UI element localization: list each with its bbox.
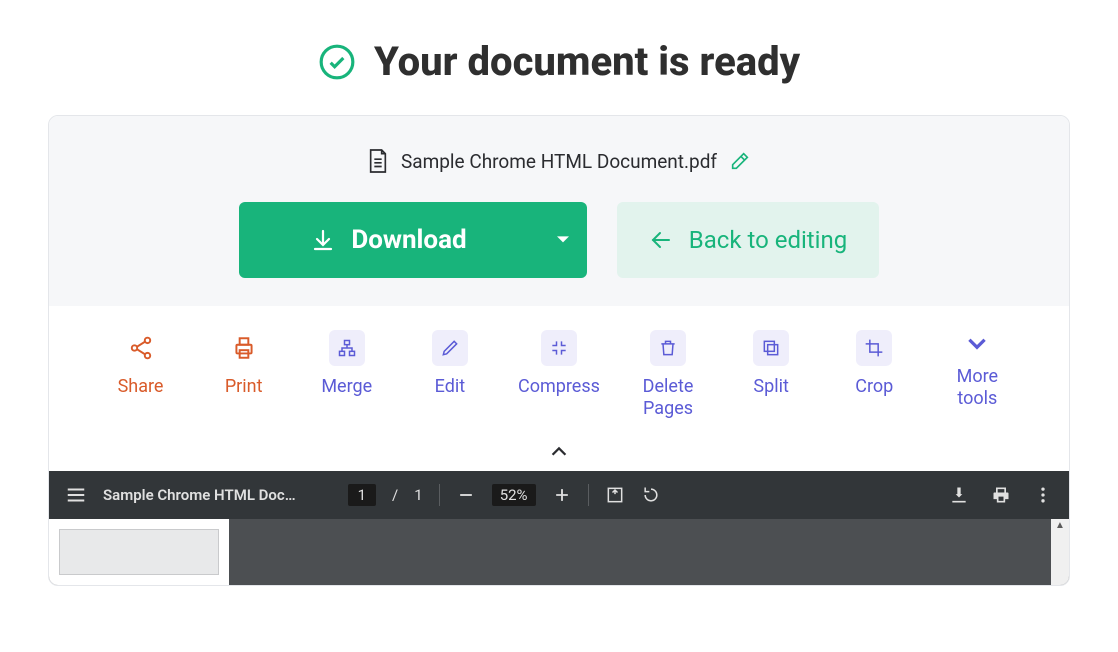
pdf-viewer-toolbar: Sample Chrome HTML Doc… 1 / 1 52% — [49, 471, 1069, 519]
rename-icon[interactable] — [729, 150, 751, 172]
back-to-editing-button[interactable]: Back to editing — [617, 202, 879, 278]
viewer-more-icon[interactable] — [1033, 485, 1053, 505]
download-button[interactable]: Download — [239, 202, 587, 278]
compress-icon — [541, 330, 577, 366]
tool-merge[interactable]: Merge — [312, 330, 382, 398]
tool-compress[interactable]: Compress — [518, 330, 600, 398]
divider — [588, 484, 589, 506]
page-current-input[interactable]: 1 — [348, 484, 376, 506]
rotate-icon[interactable] — [641, 485, 661, 505]
page-separator: / — [392, 486, 398, 504]
card-top-section: Sample Chrome HTML Document.pdf Download — [49, 116, 1069, 306]
arrow-left-icon — [649, 228, 673, 252]
page-thumbnail[interactable] — [59, 529, 219, 575]
check-circle-icon — [318, 43, 356, 81]
tool-print[interactable]: Print — [209, 330, 279, 398]
download-label: Download — [351, 225, 466, 255]
zoom-out-icon[interactable] — [456, 485, 476, 505]
pdf-preview-area: ▲ — [49, 519, 1069, 585]
tool-more[interactable]: More tools — [942, 330, 1012, 409]
filename-label: Sample Chrome HTML Document.pdf — [401, 150, 717, 173]
tool-label: Crop — [855, 376, 893, 398]
tool-split[interactable]: Split — [736, 330, 806, 398]
scroll-up-arrow[interactable]: ▲ — [1055, 519, 1065, 533]
viewer-print-icon[interactable] — [991, 485, 1011, 505]
action-buttons: Download Back to editing — [239, 202, 879, 278]
tool-label: Share — [118, 376, 164, 398]
preview-scrollbar[interactable]: ▲ — [1051, 519, 1069, 585]
split-icon — [753, 330, 789, 366]
merge-icon — [329, 330, 365, 366]
back-label: Back to editing — [689, 226, 847, 254]
fit-page-icon[interactable] — [605, 485, 625, 505]
zoom-in-icon[interactable] — [552, 485, 572, 505]
tool-label: More tools — [957, 366, 998, 409]
tool-label: Edit — [435, 376, 465, 398]
download-icon — [311, 228, 335, 252]
menu-icon[interactable] — [65, 484, 87, 506]
tools-toolbar: Share Print Merge Edit Compress — [49, 306, 1069, 437]
crop-icon — [856, 330, 892, 366]
tool-label: Print — [225, 376, 263, 398]
share-icon — [123, 330, 159, 366]
tool-label: Delete Pages — [643, 376, 694, 419]
thumbnail-panel — [49, 519, 229, 585]
download-options-caret[interactable] — [539, 234, 587, 246]
viewer-document-title: Sample Chrome HTML Doc… — [103, 486, 296, 504]
result-card: Sample Chrome HTML Document.pdf Download — [48, 115, 1070, 586]
tool-crop[interactable]: Crop — [839, 330, 909, 398]
edit-icon — [432, 330, 468, 366]
chevron-down-icon — [964, 330, 990, 356]
print-icon — [226, 330, 262, 366]
page-title: Your document is ready — [374, 38, 800, 85]
collapse-toolbar-row — [49, 437, 1069, 471]
chevron-up-icon[interactable] — [548, 441, 570, 463]
tool-label: Merge — [321, 376, 372, 398]
trash-icon — [650, 330, 686, 366]
document-icon — [367, 148, 389, 174]
tool-edit[interactable]: Edit — [415, 330, 485, 398]
viewer-download-icon[interactable] — [949, 485, 969, 505]
zoom-level[interactable]: 52% — [492, 484, 536, 506]
filename-row: Sample Chrome HTML Document.pdf — [367, 148, 751, 174]
tool-label: Compress — [518, 376, 600, 398]
page-total: 1 — [414, 486, 422, 504]
caret-down-icon — [557, 234, 569, 246]
tool-label: Split — [753, 376, 788, 398]
divider — [439, 484, 440, 506]
tool-delete-pages[interactable]: Delete Pages — [633, 330, 703, 419]
tool-share[interactable]: Share — [106, 330, 176, 398]
